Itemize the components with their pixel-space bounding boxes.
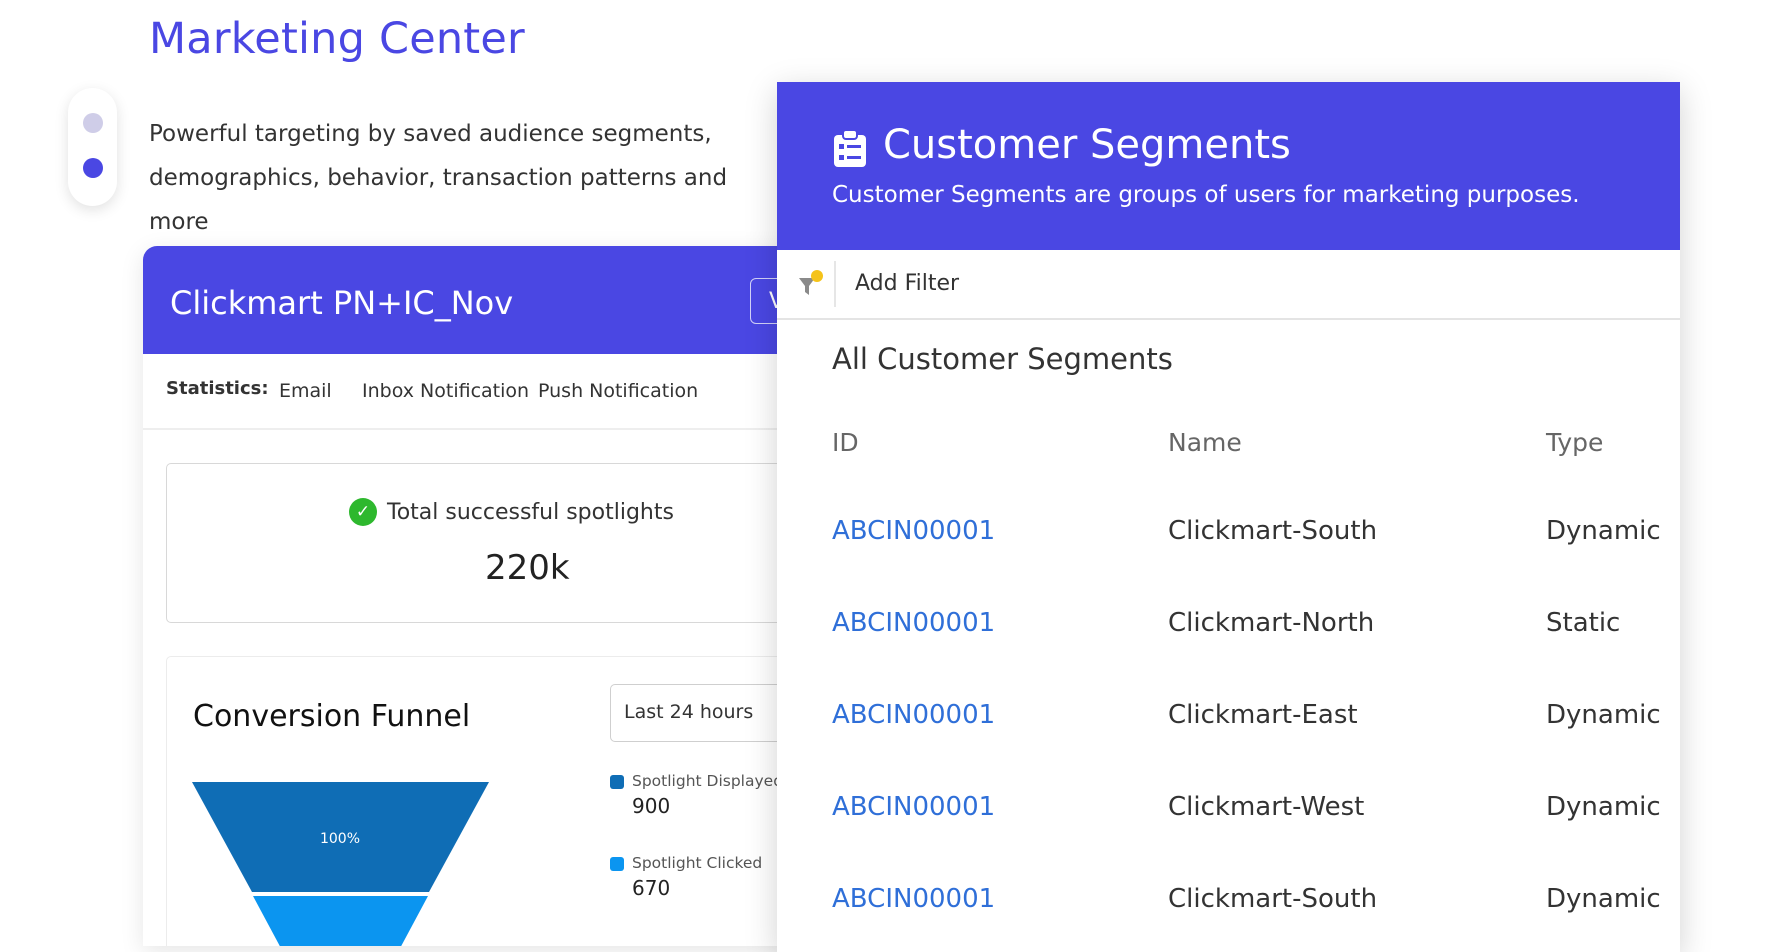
funnel-stage-2: [253, 896, 428, 946]
tab-push-notification[interactable]: Push Notification: [538, 380, 698, 402]
table-row[interactable]: ABCIN00001 Clickmart-South Dynamic: [832, 516, 1662, 576]
segment-name: Clickmart-North: [1168, 608, 1375, 638]
filter-bar: Add Filter: [777, 250, 1680, 320]
column-header-type[interactable]: Type: [1546, 428, 1603, 457]
legend-value-clicked: 670: [632, 876, 671, 900]
segments-header: Customer Segments Customer Segments are …: [777, 82, 1680, 250]
table-row[interactable]: ABCIN00001 Clickmart-South Dynamic: [832, 884, 1662, 944]
segment-name: Clickmart-East: [1168, 700, 1358, 730]
table-row[interactable]: ABCIN00001 Clickmart-North Static: [832, 608, 1662, 668]
segment-type: Dynamic: [1546, 792, 1661, 822]
segments-title: Customer Segments: [883, 122, 1291, 168]
pagination-dot-2-active[interactable]: [83, 158, 103, 178]
segment-id-link[interactable]: ABCIN00001: [832, 884, 995, 914]
check-circle-icon: ✓: [349, 498, 377, 526]
segment-id-link[interactable]: ABCIN00001: [832, 608, 995, 638]
segment-id-link[interactable]: ABCIN00001: [832, 792, 995, 822]
column-header-name[interactable]: Name: [1168, 428, 1242, 457]
segment-type: Dynamic: [1546, 700, 1661, 730]
table-row[interactable]: ABCIN00001 Clickmart-East Dynamic: [832, 700, 1662, 760]
segment-type: Dynamic: [1546, 516, 1661, 546]
legend-value-displayed: 900: [632, 794, 671, 818]
segment-id-link[interactable]: ABCIN00001: [832, 516, 995, 546]
filter-icon[interactable]: [795, 268, 827, 300]
customer-segments-panel: Customer Segments Customer Segments are …: [777, 82, 1680, 952]
segment-name: Clickmart-West: [1168, 792, 1365, 822]
spotlights-value: 220k: [485, 548, 570, 588]
conversion-funnel-card: Conversion Funnel Last 24 hours 100% Spo…: [166, 656, 846, 946]
legend-swatch-displayed: [610, 775, 624, 789]
funnel-chart: 100%: [192, 782, 489, 946]
segments-subtitle: Customer Segments are groups of users fo…: [832, 182, 1580, 208]
spotlights-label-row: ✓ Total successful spotlights: [349, 498, 674, 526]
segment-type: Static: [1546, 608, 1621, 638]
segment-name: Clickmart-South: [1168, 884, 1378, 914]
funnel-title: Conversion Funnel: [193, 699, 471, 734]
segment-name: Clickmart-South: [1168, 516, 1378, 546]
filter-divider: [834, 261, 836, 307]
pagination-dot-1[interactable]: [83, 113, 103, 133]
funnel-stage-1-label: 100%: [320, 831, 360, 847]
segment-type: Dynamic: [1546, 884, 1661, 914]
legend-name-displayed: Spotlight Displayed: [632, 772, 784, 790]
clipboard-list-icon: [834, 130, 866, 167]
add-filter-button[interactable]: Add Filter: [855, 271, 959, 296]
tab-inbox-notification[interactable]: Inbox Notification: [362, 380, 529, 402]
column-header-id[interactable]: ID: [832, 428, 859, 457]
intro-text: Powerful targeting by saved audience seg…: [149, 121, 728, 235]
spotlights-label: Total successful spotlights: [387, 499, 674, 525]
segment-id-link[interactable]: ABCIN00001: [832, 700, 995, 730]
statistics-label: Statistics:: [166, 378, 269, 399]
carousel-pagination: [68, 88, 117, 206]
page-title: Marketing Center: [149, 14, 525, 64]
legend-name-clicked: Spotlight Clicked: [632, 854, 763, 872]
tab-email[interactable]: Email: [279, 380, 332, 402]
campaign-title: Clickmart PN+IC_Nov: [170, 284, 514, 322]
section-title: All Customer Segments: [832, 342, 1173, 376]
legend-swatch-clicked: [610, 857, 624, 871]
spotlights-card: ✓ Total successful spotlights 220k: [166, 463, 846, 623]
table-row[interactable]: ABCIN00001 Clickmart-West Dynamic: [832, 792, 1662, 852]
